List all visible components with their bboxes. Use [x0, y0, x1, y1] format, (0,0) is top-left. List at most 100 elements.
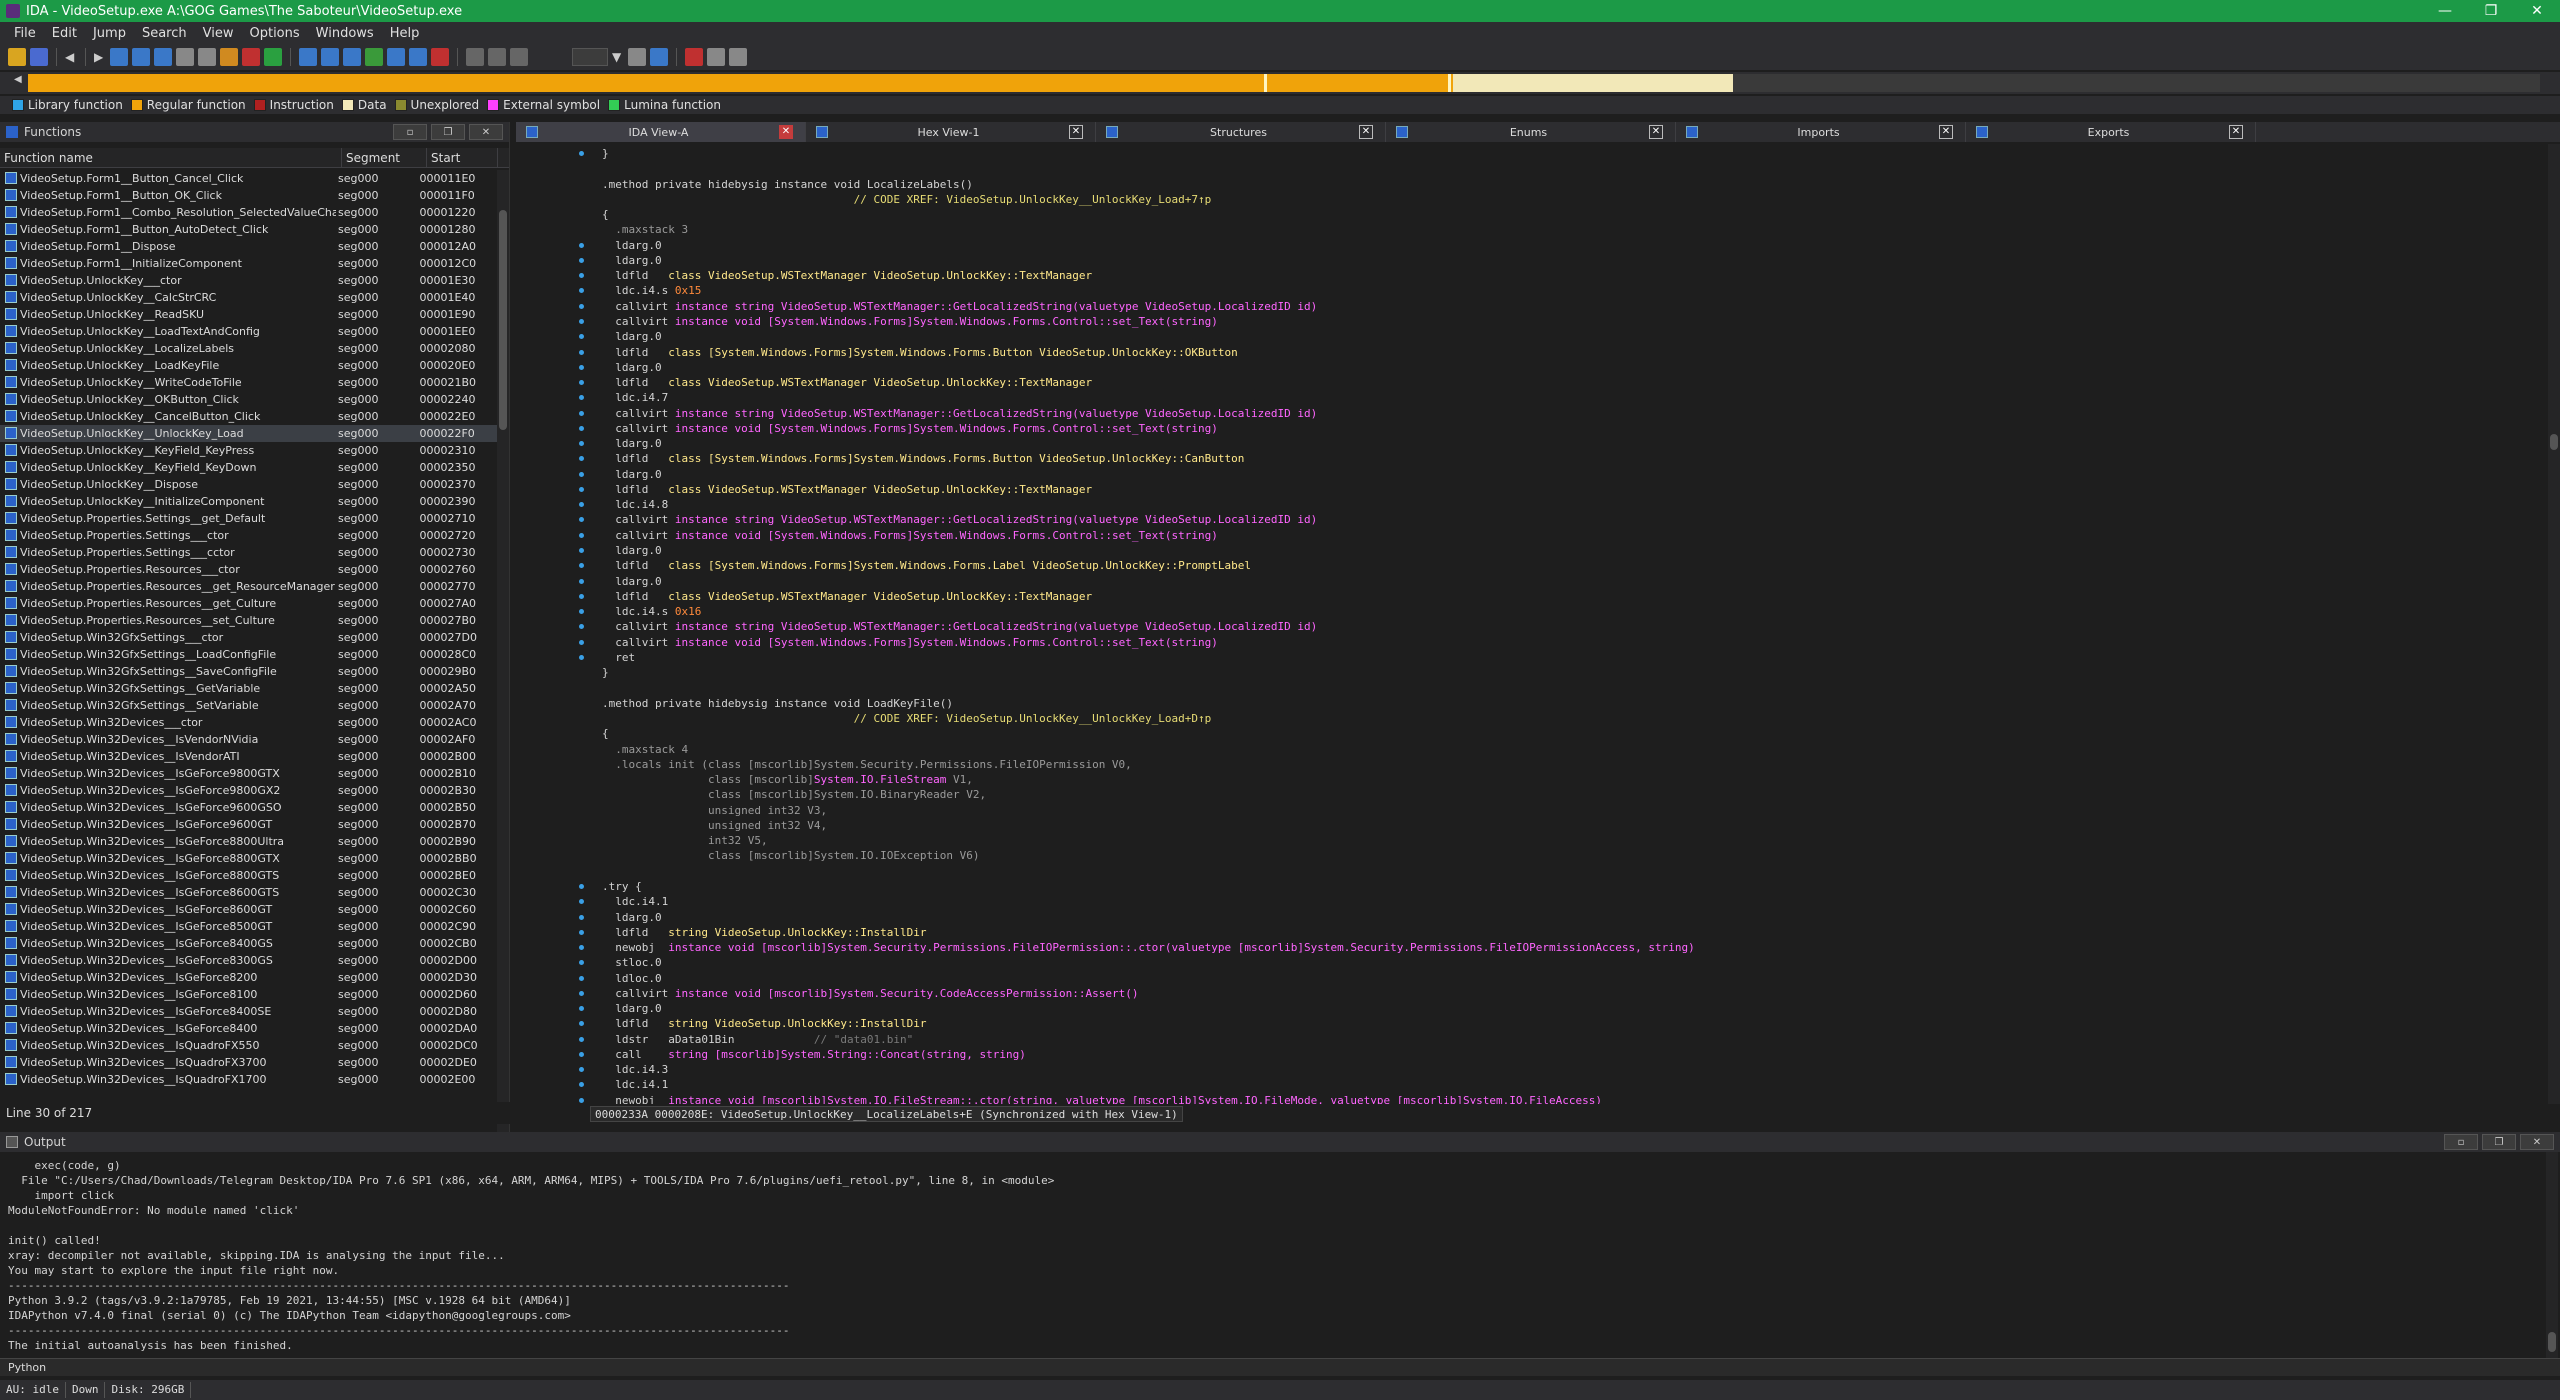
breakpoint-dot-icon[interactable] — [579, 563, 584, 569]
disasm-line[interactable]: } — [602, 665, 609, 680]
menu-search[interactable]: Search — [134, 26, 195, 41]
function-row[interactable]: VideoSetup.UnlockKey___ctor seg000 00001E3… — [0, 272, 498, 289]
function-row[interactable]: VideoSetup.UnlockKey__CalcStrCRC seg000 00… — [0, 289, 498, 306]
xrefs-icon[interactable] — [321, 48, 339, 66]
bookmark-icon[interactable] — [685, 48, 703, 66]
breakpoint-dot-icon[interactable] — [579, 425, 584, 431]
function-row[interactable]: VideoSetup.Win32GfxSettings__SaveConfigF… — [0, 663, 498, 680]
breakpoint-dot-icon[interactable] — [579, 288, 584, 294]
function-row[interactable]: VideoSetup.Win32Devices__IsGeForce8400SE… — [0, 1003, 498, 1020]
tab-close-icon[interactable]: ✕ — [1649, 125, 1663, 139]
back-icon[interactable]: ◀ — [65, 50, 77, 64]
panel-restore-button[interactable]: ▫ — [393, 124, 427, 140]
function-row[interactable]: VideoSetup.UnlockKey__Dispose seg000 00002… — [0, 476, 498, 493]
function-row[interactable]: VideoSetup.Win32Devices__IsGeForce8100 se… — [0, 986, 498, 1003]
disasm-line[interactable]: .maxstack 4 — [602, 742, 688, 757]
disasm-line[interactable]: ldc.i4.7 — [602, 390, 668, 405]
disasm-line[interactable]: ldfld class [System.Windows.Forms]System… — [602, 345, 1238, 360]
menu-help[interactable]: Help — [382, 26, 428, 41]
tab-ida-view-a[interactable]: IDA View-A ✕ — [516, 122, 806, 142]
function-row[interactable]: VideoSetup.UnlockKey__KeyField_KeyDown se… — [0, 459, 498, 476]
disasm-line[interactable]: ldc.i4.1 — [602, 1077, 668, 1092]
breakpoint-dot-icon[interactable] — [579, 1051, 584, 1057]
function-row[interactable]: VideoSetup.Win32Devices__IsGeForce8300GS… — [0, 952, 498, 969]
menu-file[interactable]: File — [6, 26, 44, 41]
breakpoint-icon[interactable] — [431, 48, 449, 66]
panel-restore-button[interactable]: ▫ — [2444, 1134, 2478, 1150]
functions-scrollbar[interactable] — [497, 170, 509, 1200]
function-row[interactable]: VideoSetup.Win32Devices__IsGeForce8800GT… — [0, 867, 498, 884]
breakpoint-dot-icon[interactable] — [579, 273, 584, 279]
breakpoint-dot-icon[interactable] — [579, 486, 584, 492]
disasm-line[interactable]: class [mscorlib]System.IO.FileStream V1, — [602, 772, 973, 787]
breakpoint-dot-icon[interactable] — [579, 609, 584, 615]
breakpoint-dot-icon[interactable] — [579, 899, 584, 905]
scrollbar-thumb[interactable] — [2550, 434, 2558, 450]
breakpoint-dot-icon[interactable] — [579, 639, 584, 645]
disasm-line[interactable]: ret — [602, 650, 635, 665]
nav-left-arrow-icon[interactable]: ◀ — [14, 74, 24, 92]
disasm-line[interactable]: ldfld class [System.Windows.Forms]System… — [602, 558, 1251, 573]
function-row[interactable]: VideoSetup.UnlockKey__LoadKeyFile seg000 0… — [0, 357, 498, 374]
function-row[interactable]: VideoSetup.UnlockKey__UnlockKey_Load seg0… — [0, 425, 498, 442]
trace-icon[interactable] — [409, 48, 427, 66]
disasm-line[interactable]: // CODE XREF: VideoSetup.UnlockKey__Unlo… — [602, 711, 1212, 726]
breakpoint-dot-icon[interactable] — [579, 1036, 584, 1042]
play-icon[interactable] — [466, 48, 484, 66]
tab-close-icon[interactable]: ✕ — [779, 125, 793, 139]
disasm-line[interactable]: ldarg.0 — [602, 238, 661, 253]
create-function-icon[interactable] — [110, 48, 128, 66]
function-row[interactable]: VideoSetup.Properties.Resources__set_Cul… — [0, 612, 498, 629]
attach-icon[interactable] — [628, 48, 646, 66]
function-row[interactable]: VideoSetup.Properties.Settings___cctor se… — [0, 544, 498, 561]
function-row[interactable]: VideoSetup.UnlockKey__ReadSKU seg000 00001… — [0, 306, 498, 323]
function-row[interactable]: VideoSetup.Win32Devices___ctor seg000 0000… — [0, 714, 498, 731]
tab-structures[interactable]: Structures ✕ — [1096, 122, 1386, 142]
column-start[interactable]: Start — [427, 147, 498, 168]
disasm-line[interactable]: ldc.i4.s 0x16 — [602, 604, 701, 619]
disasm-line[interactable]: callvirt instance void [System.Windows.F… — [602, 635, 1218, 650]
function-row[interactable]: VideoSetup.Win32Devices__IsGeForce8800Ul… — [0, 833, 498, 850]
disasm-line[interactable]: } — [602, 146, 609, 161]
function-row[interactable]: VideoSetup.Win32Devices__IsQuadroFX550 se… — [0, 1037, 498, 1054]
disasm-line[interactable]: ldfld class [System.Windows.Forms]System… — [602, 451, 1244, 466]
function-row[interactable]: VideoSetup.Properties.Resources__get_Res… — [0, 578, 498, 595]
navigation-band[interactable]: ◀ — [0, 72, 2560, 94]
breakpoint-dot-icon[interactable] — [579, 410, 584, 416]
flag-icon[interactable] — [729, 48, 747, 66]
breakpoint-dot-icon[interactable] — [579, 257, 584, 263]
tools-icon[interactable] — [707, 48, 725, 66]
minimize-button[interactable]: — — [2422, 0, 2468, 22]
disasm-line[interactable]: stloc.0 — [602, 955, 661, 970]
hex-icon[interactable] — [299, 48, 317, 66]
breakpoint-dot-icon[interactable] — [579, 456, 584, 462]
function-row[interactable]: VideoSetup.Win32Devices__IsGeForce8200 se… — [0, 969, 498, 986]
breakpoint-dot-icon[interactable] — [579, 548, 584, 554]
output-scrollbar[interactable] — [2546, 1152, 2558, 1358]
data-icon[interactable] — [154, 48, 172, 66]
tab-hex-view-1[interactable]: Hex View-1 ✕ — [806, 122, 1096, 142]
function-row[interactable]: VideoSetup.Form1__InitializeComponent seg… — [0, 255, 498, 272]
function-row[interactable]: VideoSetup.Win32Devices__IsGeForce8800GT… — [0, 850, 498, 867]
scrollbar-thumb[interactable] — [2548, 1332, 2556, 1352]
disasm-line[interactable]: ldc.i4.8 — [602, 497, 668, 512]
disasm-line[interactable]: { — [602, 726, 609, 741]
breakpoint-dot-icon[interactable] — [579, 380, 584, 386]
scrollbar-thumb[interactable] — [499, 210, 507, 430]
disasm-line[interactable]: callvirt instance string VideoSetup.WSTe… — [602, 619, 1317, 634]
breakpoint-dot-icon[interactable] — [579, 395, 584, 401]
function-row[interactable]: VideoSetup.Win32Devices__IsGeForce9800GT… — [0, 765, 498, 782]
function-row[interactable]: VideoSetup.Win32Devices__IsQuadroFX3700 s… — [0, 1054, 498, 1071]
disasm-line[interactable]: newobj instance void [mscorlib]System.IO… — [602, 1093, 1602, 1104]
breakpoint-dot-icon[interactable] — [579, 990, 584, 996]
disasm-line[interactable]: ldstr aData01Bin // "data01.bin" — [602, 1032, 913, 1047]
breakpoint-dot-icon[interactable] — [579, 914, 584, 920]
disasm-line[interactable]: ldarg.0 — [602, 910, 661, 925]
function-row[interactable]: VideoSetup.Win32Devices__IsVendorNVidia s… — [0, 731, 498, 748]
tab-exports[interactable]: Exports ✕ — [1966, 122, 2256, 142]
column-function-name[interactable]: Function name — [0, 147, 342, 168]
disasm-line[interactable]: { — [602, 207, 609, 222]
menu-windows[interactable]: Windows — [308, 26, 382, 41]
breakpoint-dot-icon[interactable] — [579, 883, 584, 889]
disasm-line[interactable]: ldloc.0 — [602, 971, 661, 986]
